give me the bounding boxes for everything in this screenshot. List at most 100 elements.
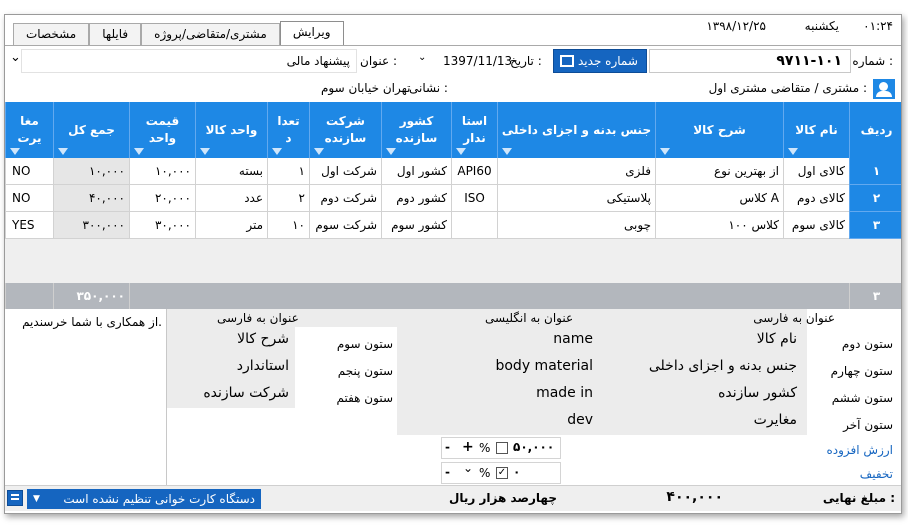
row-number[interactable]: ۲: [849, 185, 901, 212]
cell-qty[interactable]: ۲: [267, 185, 309, 212]
date-dropdown-icon[interactable]: ⌄: [418, 52, 426, 63]
col-qty[interactable]: تعدا د: [267, 102, 309, 158]
filter-icon[interactable]: [134, 148, 144, 155]
cell-material[interactable]: چوبی: [497, 212, 655, 239]
filter-icon[interactable]: [58, 148, 68, 155]
filter-icon[interactable]: [386, 148, 396, 155]
cell-diff[interactable]: NO: [5, 185, 53, 212]
mapping-label-col3: ستون سوم: [336, 337, 393, 351]
cell-material[interactable]: پلاستیکی: [497, 185, 655, 212]
date-value[interactable]: 1397/11/13: [443, 54, 512, 68]
col-diff[interactable]: مغا یرت: [5, 102, 53, 158]
cell-country[interactable]: کشور دوم: [381, 185, 451, 212]
notes-box[interactable]: از همکاری با شما خرسندیم.: [5, 309, 167, 485]
col-item-name[interactable]: نام کالا: [783, 102, 849, 158]
filter-icon[interactable]: [272, 148, 282, 155]
cell-standard[interactable]: [451, 212, 497, 239]
cell-company[interactable]: شرکت سوم: [309, 212, 381, 239]
mapping-label-col5: ستون پنجم: [337, 364, 393, 378]
cell-standard[interactable]: API60: [451, 158, 497, 185]
title-select[interactable]: پیشنهاد مالی ⌄: [10, 49, 357, 73]
cell-qty[interactable]: ۱۰: [267, 212, 309, 239]
cell-total: ۱۰,۰۰۰: [53, 158, 129, 185]
col-row: ردیف: [849, 102, 901, 158]
cell-unit[interactable]: متر: [195, 212, 267, 239]
left-value-3[interactable]: شرکت سازنده: [203, 385, 289, 401]
col-country[interactable]: کشور سازنده: [381, 102, 451, 158]
cell-unit-price[interactable]: ۲۰,۰۰۰: [129, 185, 195, 212]
cell-company[interactable]: شرکت دوم: [309, 185, 381, 212]
filter-icon[interactable]: [502, 148, 512, 155]
tab-edit[interactable]: ویرایش: [279, 21, 344, 45]
filter-icon[interactable]: [660, 148, 670, 155]
cell-unit-price[interactable]: ۱۰,۰۰۰: [129, 158, 195, 185]
discount-minus-button[interactable]: -: [445, 465, 450, 479]
col-total[interactable]: جمع کل: [53, 102, 129, 158]
cell-item-name[interactable]: کالای اول: [783, 158, 849, 185]
cell-item-name[interactable]: کالای دوم: [783, 185, 849, 212]
new-number-label: شماره جدید: [578, 54, 638, 68]
col-material[interactable]: جنس بدنه و اجزای داخلی: [497, 102, 655, 158]
filter-icon[interactable]: [10, 148, 20, 155]
cell-diff[interactable]: YES: [5, 212, 53, 239]
cell-country[interactable]: کشور سوم: [381, 212, 451, 239]
tab-specs[interactable]: مشخصات: [13, 23, 90, 45]
title-label: عنوان :: [360, 54, 397, 68]
row-number[interactable]: ۳: [849, 212, 901, 239]
cell-item-desc[interactable]: از بهترین نوع: [655, 158, 783, 185]
tab-files[interactable]: فایلها: [89, 23, 142, 45]
cell-diff[interactable]: NO: [5, 158, 53, 185]
mapping-hdr-fa-right: عنوان به فارسی: [753, 311, 835, 325]
fa-value-3[interactable]: کشور سازنده: [718, 385, 797, 401]
new-number-button[interactable]: شماره جدید: [553, 49, 647, 73]
calculator-icon[interactable]: [7, 490, 23, 506]
left-value-2[interactable]: استاندارد: [237, 358, 289, 374]
cell-unit[interactable]: بسته: [195, 158, 267, 185]
col-item-desc[interactable]: شرح کالا: [655, 102, 783, 158]
cell-item-desc[interactable]: کلاس ۱۰۰: [655, 212, 783, 239]
number-label: شماره :: [852, 54, 893, 68]
fa-value-4[interactable]: مغایرت: [754, 412, 797, 428]
discount-percent-checkbox[interactable]: ✓: [496, 467, 508, 479]
filter-icon[interactable]: [788, 148, 798, 155]
en-value-2[interactable]: body material: [495, 358, 593, 374]
row-number[interactable]: ۱: [849, 158, 901, 185]
filter-icon[interactable]: [200, 148, 210, 155]
en-value-4[interactable]: dev: [567, 412, 593, 428]
vat-link[interactable]: ارزش افزوده: [826, 443, 893, 457]
customer-icon[interactable]: [873, 79, 895, 99]
final-amount-label: مبلغ نهایی :: [822, 491, 895, 505]
left-value-1[interactable]: شرح کالا: [237, 331, 289, 347]
fa-value-2[interactable]: جنس بدنه و اجزای داخلی: [649, 358, 797, 374]
title-value: پیشنهاد مالی: [286, 54, 350, 68]
en-value-1[interactable]: name: [553, 331, 593, 347]
filter-icon[interactable]: [456, 148, 466, 155]
col-unit[interactable]: واحد کالا: [195, 102, 267, 158]
number-field[interactable]: ۹۷۱۱-۱۰۱: [649, 49, 851, 73]
cell-item-desc[interactable]: کلاس A: [655, 185, 783, 212]
tab-customer-project[interactable]: مشتری/متقاضی/پروژه: [141, 23, 280, 45]
cell-company[interactable]: شرکت اول: [309, 158, 381, 185]
vat-minus-button[interactable]: -: [445, 440, 450, 454]
cell-material[interactable]: فلزی: [497, 158, 655, 185]
cell-standard[interactable]: ISO: [451, 185, 497, 212]
discount-value[interactable]: ۰: [513, 465, 520, 479]
col-standard[interactable]: استا ندار: [451, 102, 497, 158]
vat-plus-button[interactable]: +: [462, 439, 474, 455]
en-value-3[interactable]: made in: [536, 385, 593, 401]
card-reader-status[interactable]: دستگاه کارت خوانی تنظیم نشده است ▼: [27, 489, 261, 509]
cell-country[interactable]: کشور اول: [381, 158, 451, 185]
cell-unit-price[interactable]: ۳۰,۰۰۰: [129, 212, 195, 239]
cell-item-name[interactable]: کالای سوم: [783, 212, 849, 239]
discount-link[interactable]: تخفیف: [860, 467, 893, 481]
vat-value[interactable]: ۵۰,۰۰۰: [513, 440, 554, 454]
col-company[interactable]: شرکت سازنده: [309, 102, 381, 158]
filter-icon[interactable]: [314, 148, 324, 155]
fa-value-1[interactable]: نام کالا: [757, 331, 797, 347]
discount-dropdown-icon[interactable]: ⌄: [463, 461, 473, 475]
customer-value[interactable]: مشتری اول: [709, 81, 767, 95]
col-unit-price[interactable]: قیمت واحد: [129, 102, 195, 158]
cell-unit[interactable]: عدد: [195, 185, 267, 212]
vat-percent-checkbox[interactable]: [496, 442, 508, 454]
cell-qty[interactable]: ۱: [267, 158, 309, 185]
